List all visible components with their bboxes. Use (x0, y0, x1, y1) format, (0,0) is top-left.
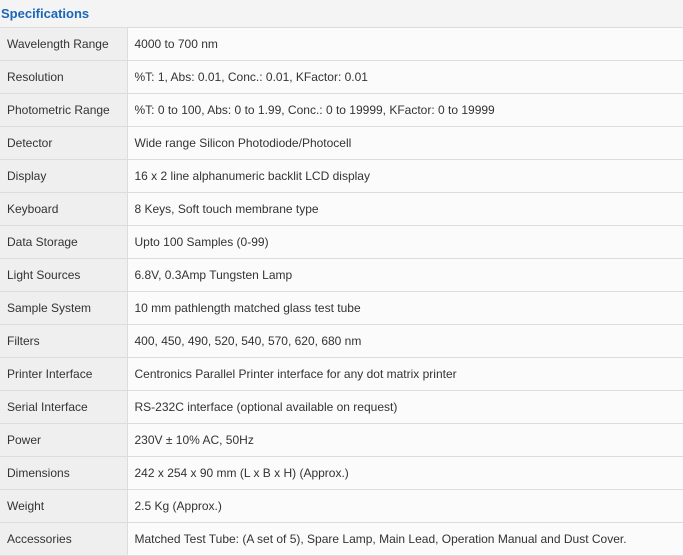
row-value: 4000 to 700 nm (126, 28, 683, 61)
specifications-header: Specifications (0, 0, 683, 28)
row-label: Display (0, 159, 128, 193)
specifications-panel: Specifications Wavelength Range 4000 to … (0, 0, 683, 556)
table-row: Light Sources 6.8V, 0.3Amp Tungsten Lamp (0, 258, 683, 292)
table-row: Weight 2.5 Kg (Approx.) (0, 489, 683, 523)
table-row: Data Storage Upto 100 Samples (0-99) (0, 225, 683, 259)
row-value: Matched Test Tube: (A set of 5), Spare L… (126, 522, 683, 556)
table-row: Dimensions 242 x 254 x 90 mm (L x B x H)… (0, 456, 683, 490)
row-value: 230V ± 10% AC, 50Hz (126, 423, 683, 457)
row-label: Weight (0, 489, 128, 523)
table-row: Keyboard 8 Keys, Soft touch membrane typ… (0, 192, 683, 226)
row-value: %T: 1, Abs: 0.01, Conc.: 0.01, KFactor: … (126, 60, 683, 94)
row-label: Serial Interface (0, 390, 128, 424)
row-value: %T: 0 to 100, Abs: 0 to 1.99, Conc.: 0 t… (126, 93, 683, 127)
table-row: Wavelength Range 4000 to 700 nm (0, 28, 683, 61)
row-value: 400, 450, 490, 520, 540, 570, 620, 680 n… (126, 324, 683, 358)
row-value: Centronics Parallel Printer interface fo… (126, 357, 683, 391)
table-row: Resolution %T: 1, Abs: 0.01, Conc.: 0.01… (0, 60, 683, 94)
row-label: Filters (0, 324, 128, 358)
specifications-table: Wavelength Range 4000 to 700 nm Resoluti… (0, 28, 683, 556)
row-value: 8 Keys, Soft touch membrane type (126, 192, 683, 226)
table-row: Sample System 10 mm pathlength matched g… (0, 291, 683, 325)
row-value: 6.8V, 0.3Amp Tungsten Lamp (126, 258, 683, 292)
table-row: Power 230V ± 10% AC, 50Hz (0, 423, 683, 457)
row-label: Accessories (0, 522, 128, 556)
row-value: 10 mm pathlength matched glass test tube (126, 291, 683, 325)
row-label: Resolution (0, 60, 128, 94)
row-label: Light Sources (0, 258, 128, 292)
table-row: Photometric Range %T: 0 to 100, Abs: 0 t… (0, 93, 683, 127)
row-value: 2.5 Kg (Approx.) (126, 489, 683, 523)
row-label: Data Storage (0, 225, 128, 259)
table-row: Filters 400, 450, 490, 520, 540, 570, 62… (0, 324, 683, 358)
row-value: RS-232C interface (optional available on… (126, 390, 683, 424)
table-row: Printer Interface Centronics Parallel Pr… (0, 357, 683, 391)
row-label: Dimensions (0, 456, 128, 490)
row-label: Wavelength Range (0, 28, 128, 61)
row-value: Upto 100 Samples (0-99) (126, 225, 683, 259)
row-label: Printer Interface (0, 357, 128, 391)
table-row: Detector Wide range Silicon Photodiode/P… (0, 126, 683, 160)
table-row: Accessories Matched Test Tube: (A set of… (0, 522, 683, 556)
row-value: 16 x 2 line alphanumeric backlit LCD dis… (126, 159, 683, 193)
row-label: Power (0, 423, 128, 457)
section-title: Specifications (1, 6, 90, 21)
table-row: Display 16 x 2 line alphanumeric backlit… (0, 159, 683, 193)
row-value: Wide range Silicon Photodiode/Photocell (126, 126, 683, 160)
row-label: Sample System (0, 291, 128, 325)
table-row: Serial Interface RS-232C interface (opti… (0, 390, 683, 424)
row-value: 242 x 254 x 90 mm (L x B x H) (Approx.) (126, 456, 683, 490)
row-label: Detector (0, 126, 128, 160)
row-label: Keyboard (0, 192, 128, 226)
row-label: Photometric Range (0, 93, 128, 127)
